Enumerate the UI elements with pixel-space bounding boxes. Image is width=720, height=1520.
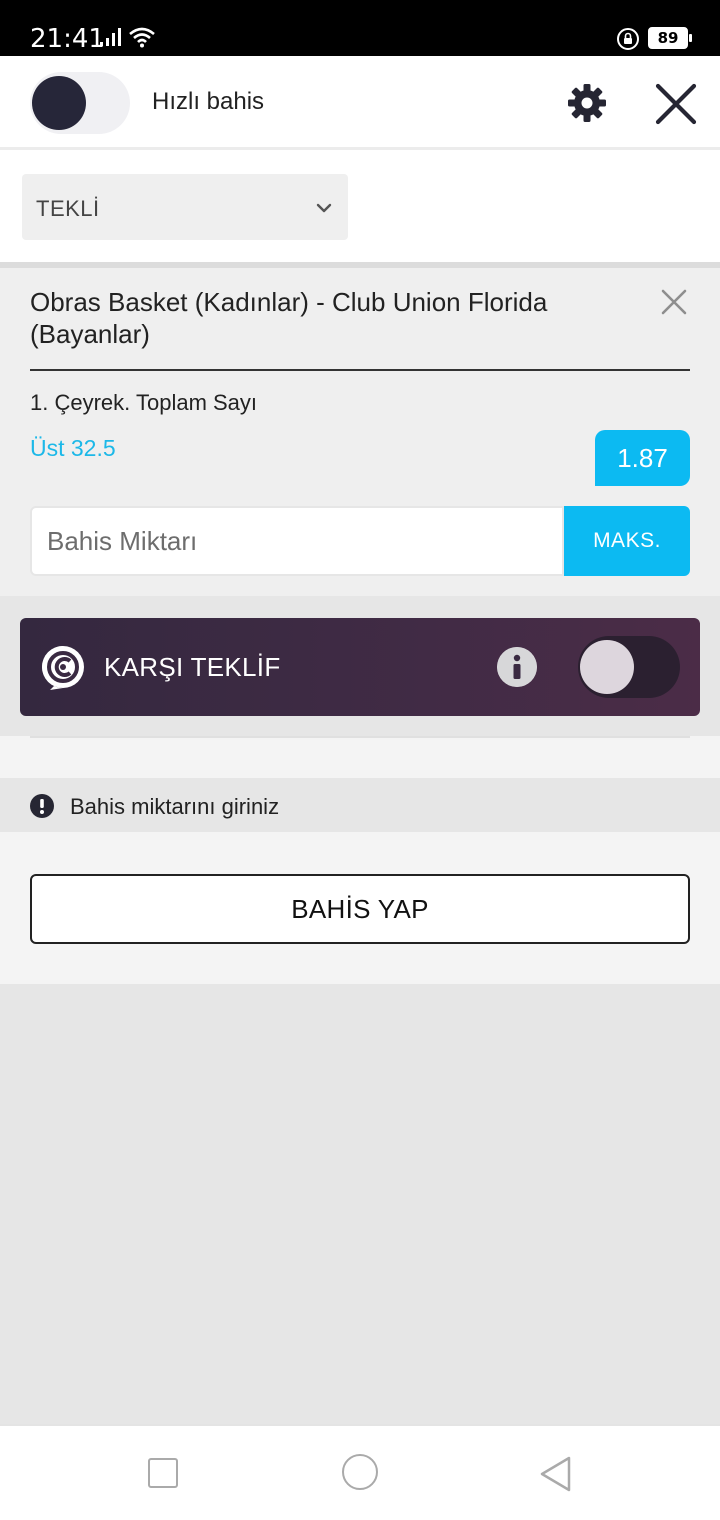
betslip-header: Hızlı bahis	[0, 56, 720, 150]
stake-input[interactable]	[30, 506, 564, 576]
counter-offer-toggle[interactable]	[578, 636, 680, 698]
odds-badge: 1.87	[595, 430, 690, 486]
divider	[30, 736, 690, 738]
empty-area	[0, 984, 720, 1424]
signal-icon	[100, 28, 121, 46]
info-icon[interactable]	[497, 647, 537, 687]
stake-row: MAKS.	[30, 506, 690, 576]
gear-icon[interactable]	[567, 83, 607, 123]
rotation-lock-icon	[617, 28, 639, 50]
counter-offer-label: KARŞI TEKLİF	[104, 652, 281, 682]
place-bet-section: BAHİS YAP	[0, 832, 720, 984]
back-icon[interactable]	[536, 1454, 576, 1494]
toggle-knob	[580, 640, 634, 694]
place-bet-button[interactable]: BAHİS YAP	[30, 874, 690, 944]
warning-text: Bahis miktarını giriniz	[70, 794, 280, 819]
spacer	[0, 736, 720, 778]
bet-type-value: TEKLİ	[36, 196, 100, 221]
battery-icon: 89	[648, 27, 692, 49]
remove-bet-icon[interactable]	[660, 288, 688, 316]
event-name: Obras Basket (Kadınlar) - Club Union Flo…	[30, 287, 548, 349]
bet-type-section: TEKLİ	[0, 150, 720, 262]
status-time: 21:41	[30, 24, 105, 54]
system-nav-bar	[0, 1424, 720, 1520]
market-name: 1. Çeyrek. Toplam Sayı	[30, 390, 258, 415]
bet-card: Obras Basket (Kadınlar) - Club Union Flo…	[0, 268, 720, 596]
recent-apps-icon[interactable]	[148, 1458, 178, 1488]
status-bar: 21:41 89	[0, 0, 720, 56]
stake-warning: Bahis miktarını giriniz	[0, 778, 720, 832]
bet-type-select[interactable]: TEKLİ	[22, 174, 348, 240]
counter-offer-logo-icon	[42, 646, 84, 690]
counter-offer-section: KARŞI TEKLİF	[0, 596, 720, 736]
toggle-knob	[32, 76, 86, 130]
quick-bet-toggle[interactable]	[30, 72, 130, 134]
chevron-down-icon	[316, 203, 332, 213]
counter-offer-banner: KARŞI TEKLİF	[20, 618, 700, 716]
wifi-icon	[129, 27, 155, 48]
close-icon[interactable]	[654, 82, 698, 126]
home-icon[interactable]	[342, 1454, 378, 1490]
selection-name: Üst 32.5	[30, 435, 116, 461]
card-divider	[30, 369, 690, 371]
quick-bet-label: Hızlı bahis	[152, 88, 265, 115]
max-stake-button[interactable]: MAKS.	[564, 506, 690, 576]
exclamation-icon	[30, 794, 54, 818]
